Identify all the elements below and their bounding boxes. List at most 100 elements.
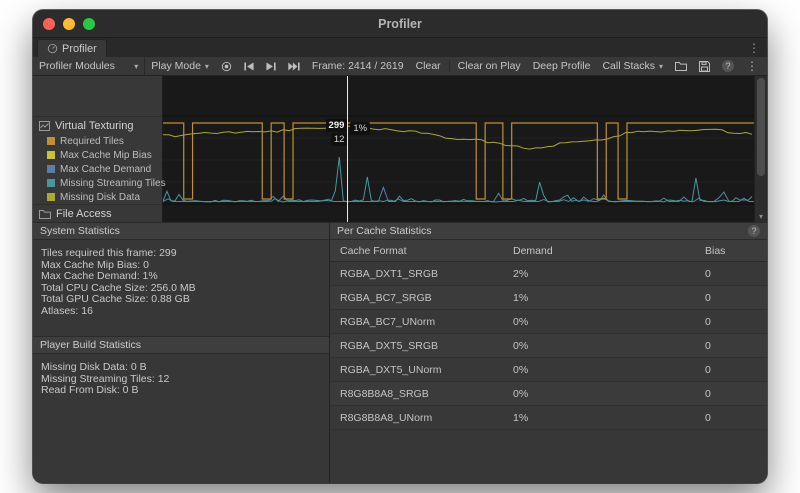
empty-space: [33, 397, 329, 484]
toolbar-right-group: ? ⋮: [669, 59, 764, 73]
cache-table-row[interactable]: R8G8B8A8_SRGB0%0: [330, 382, 767, 406]
legend-item[interactable]: Max Cache Mip Bias: [33, 148, 162, 162]
legend-item[interactable]: Missing Disk Data: [33, 190, 162, 204]
cache-table-header: Cache Format Demand Bias: [330, 240, 767, 262]
module-label: Virtual Texturing: [55, 120, 133, 132]
module-header: Virtual Texturing: [33, 117, 162, 134]
profiler-chart[interactable]: 299 12 1%: [163, 76, 754, 222]
cache-table-row[interactable]: RGBA_BC7_UNorm0%0: [330, 310, 767, 334]
cache-table-row[interactable]: RGBA_DXT1_SRGB2%0: [330, 262, 767, 286]
minimize-button[interactable]: [63, 18, 75, 30]
clear-on-play-toggle[interactable]: Clear on Play: [452, 57, 527, 75]
legend-swatch-icon: [47, 151, 55, 159]
playhead-value-secondary: 12: [331, 133, 348, 146]
cache-table-row[interactable]: RGBA_BC7_SRGB1%0: [330, 286, 767, 310]
tab-menu-icon[interactable]: ⋮: [748, 41, 767, 57]
cache-demand: 0%: [513, 364, 705, 376]
current-frame-button[interactable]: [282, 57, 306, 75]
statistics-right-pane: Per Cache Statistics ? Cache Format Dema…: [330, 222, 767, 483]
legend-swatch-icon: [47, 137, 55, 145]
pane-title: System Statistics: [40, 225, 120, 237]
module-virtual-texturing[interactable]: Virtual Texturing Required Tiles Max Cach…: [33, 116, 162, 204]
cache-demand: 0%: [513, 340, 705, 352]
system-statistics-header: System Statistics: [33, 222, 329, 240]
toolbar-menu-icon[interactable]: ⋮: [740, 59, 764, 73]
chevron-down-icon: ▾: [134, 62, 138, 71]
cache-table-row[interactable]: RGBA_DXT5_SRGB0%0: [330, 334, 767, 358]
column-bias: Bias: [705, 245, 767, 257]
prev-frame-icon: [244, 62, 254, 71]
legend-label: Required Tiles: [60, 136, 124, 147]
stat-line: Max Cache Demand: 1%: [41, 271, 321, 283]
prev-frame-button[interactable]: [238, 57, 260, 75]
legend-label: Missing Streaming Tiles: [60, 178, 166, 189]
legend-label: Max Cache Mip Bias: [60, 150, 152, 161]
next-frame-button[interactable]: [260, 57, 282, 75]
stat-line: Missing Disk Data: 0 B: [41, 362, 321, 374]
profiler-modules-dropdown[interactable]: Profiler Modules ▾: [33, 57, 145, 75]
module-panel: Virtual Texturing Required Tiles Max Cach…: [33, 76, 163, 222]
folder-icon: [39, 209, 51, 219]
system-statistics-body: Tiles required this frame: 299Max Cache …: [33, 240, 329, 336]
column-demand: Demand: [513, 245, 705, 257]
legend-label: Missing Disk Data: [60, 192, 140, 203]
chart-icon: [39, 121, 50, 131]
next-frame-icon: [266, 62, 276, 71]
profiler-toolbar: Profiler Modules ▾ Play Mode ▾: [33, 57, 767, 76]
cache-bias: 0: [705, 340, 767, 352]
statistics-region: System Statistics Tiles required this fr…: [33, 222, 767, 483]
cache-table-body: RGBA_DXT1_SRGB2%0RGBA_BC7_SRGB1%0RGBA_BC…: [330, 262, 767, 430]
play-mode-label: Play Mode: [151, 60, 201, 72]
cache-table-row[interactable]: RGBA_DXT5_UNorm0%0: [330, 358, 767, 382]
load-profile-button[interactable]: [669, 61, 693, 71]
chart-plot: [163, 76, 754, 222]
play-mode-dropdown[interactable]: Play Mode ▾: [145, 57, 215, 75]
cache-bias: 0: [705, 292, 767, 304]
clear-button[interactable]: Clear: [410, 57, 447, 75]
toolbar-separator: [449, 60, 450, 72]
cache-table-row[interactable]: R8G8B8A8_UNorm1%0: [330, 406, 767, 430]
legend-item[interactable]: Missing Streaming Tiles: [33, 176, 162, 190]
zoom-button[interactable]: [83, 18, 95, 30]
deep-profile-toggle[interactable]: Deep Profile: [527, 57, 597, 75]
module-label: File Access: [56, 208, 112, 220]
cache-format: RGBA_DXT5_UNorm: [330, 364, 513, 376]
help-icon[interactable]: ?: [748, 225, 760, 237]
pane-title: Per Cache Statistics: [337, 225, 432, 237]
legend-item[interactable]: Max Cache Demand: [33, 162, 162, 176]
cache-demand: 1%: [513, 292, 705, 304]
legend-item[interactable]: Required Tiles: [33, 134, 162, 148]
scrollbar-thumb[interactable]: [757, 78, 765, 176]
legend-swatch-icon: [47, 193, 55, 201]
tab-profiler[interactable]: Profiler: [37, 39, 107, 57]
stat-line: Atlases: 16: [41, 306, 321, 318]
legend-label: Max Cache Demand: [60, 164, 151, 175]
save-profile-button[interactable]: [693, 61, 716, 72]
current-frame-icon: [288, 62, 300, 71]
toolbar-help-button[interactable]: ?: [716, 60, 740, 72]
cache-format: RGBA_DXT1_SRGB: [330, 268, 513, 280]
cache-format: R8G8B8A8_UNorm: [330, 412, 513, 424]
tab-bar: Profiler ⋮: [33, 38, 767, 57]
pane-title: Player Build Statistics: [40, 339, 141, 351]
call-stacks-label: Call Stacks: [602, 60, 655, 72]
player-build-statistics-body: Missing Disk Data: 0 BMissing Streaming …: [33, 354, 329, 397]
chart-region: Virtual Texturing Required Tiles Max Cach…: [33, 76, 767, 222]
module-file-access[interactable]: File Access: [33, 204, 162, 222]
titlebar[interactable]: Profiler: [33, 10, 767, 38]
player-build-statistics-header: Player Build Statistics: [33, 336, 329, 354]
legend-swatch-icon: [47, 165, 55, 173]
record-icon: [221, 61, 232, 72]
cache-demand: 1%: [513, 412, 705, 424]
profiler-modules-label: Profiler Modules: [39, 60, 115, 72]
module-header: File Access: [33, 205, 162, 222]
record-button[interactable]: [215, 57, 238, 75]
close-button[interactable]: [43, 18, 55, 30]
empty-space: [330, 430, 767, 483]
cache-format: RGBA_BC7_SRGB: [330, 292, 513, 304]
legend-swatch-icon: [47, 179, 55, 187]
call-stacks-dropdown[interactable]: Call Stacks ▾: [596, 57, 669, 75]
chart-scrollbar[interactable]: ▾: [754, 76, 767, 222]
scrollbar-down-arrow-icon[interactable]: ▾: [755, 212, 767, 222]
playhead-line[interactable]: [347, 76, 348, 222]
